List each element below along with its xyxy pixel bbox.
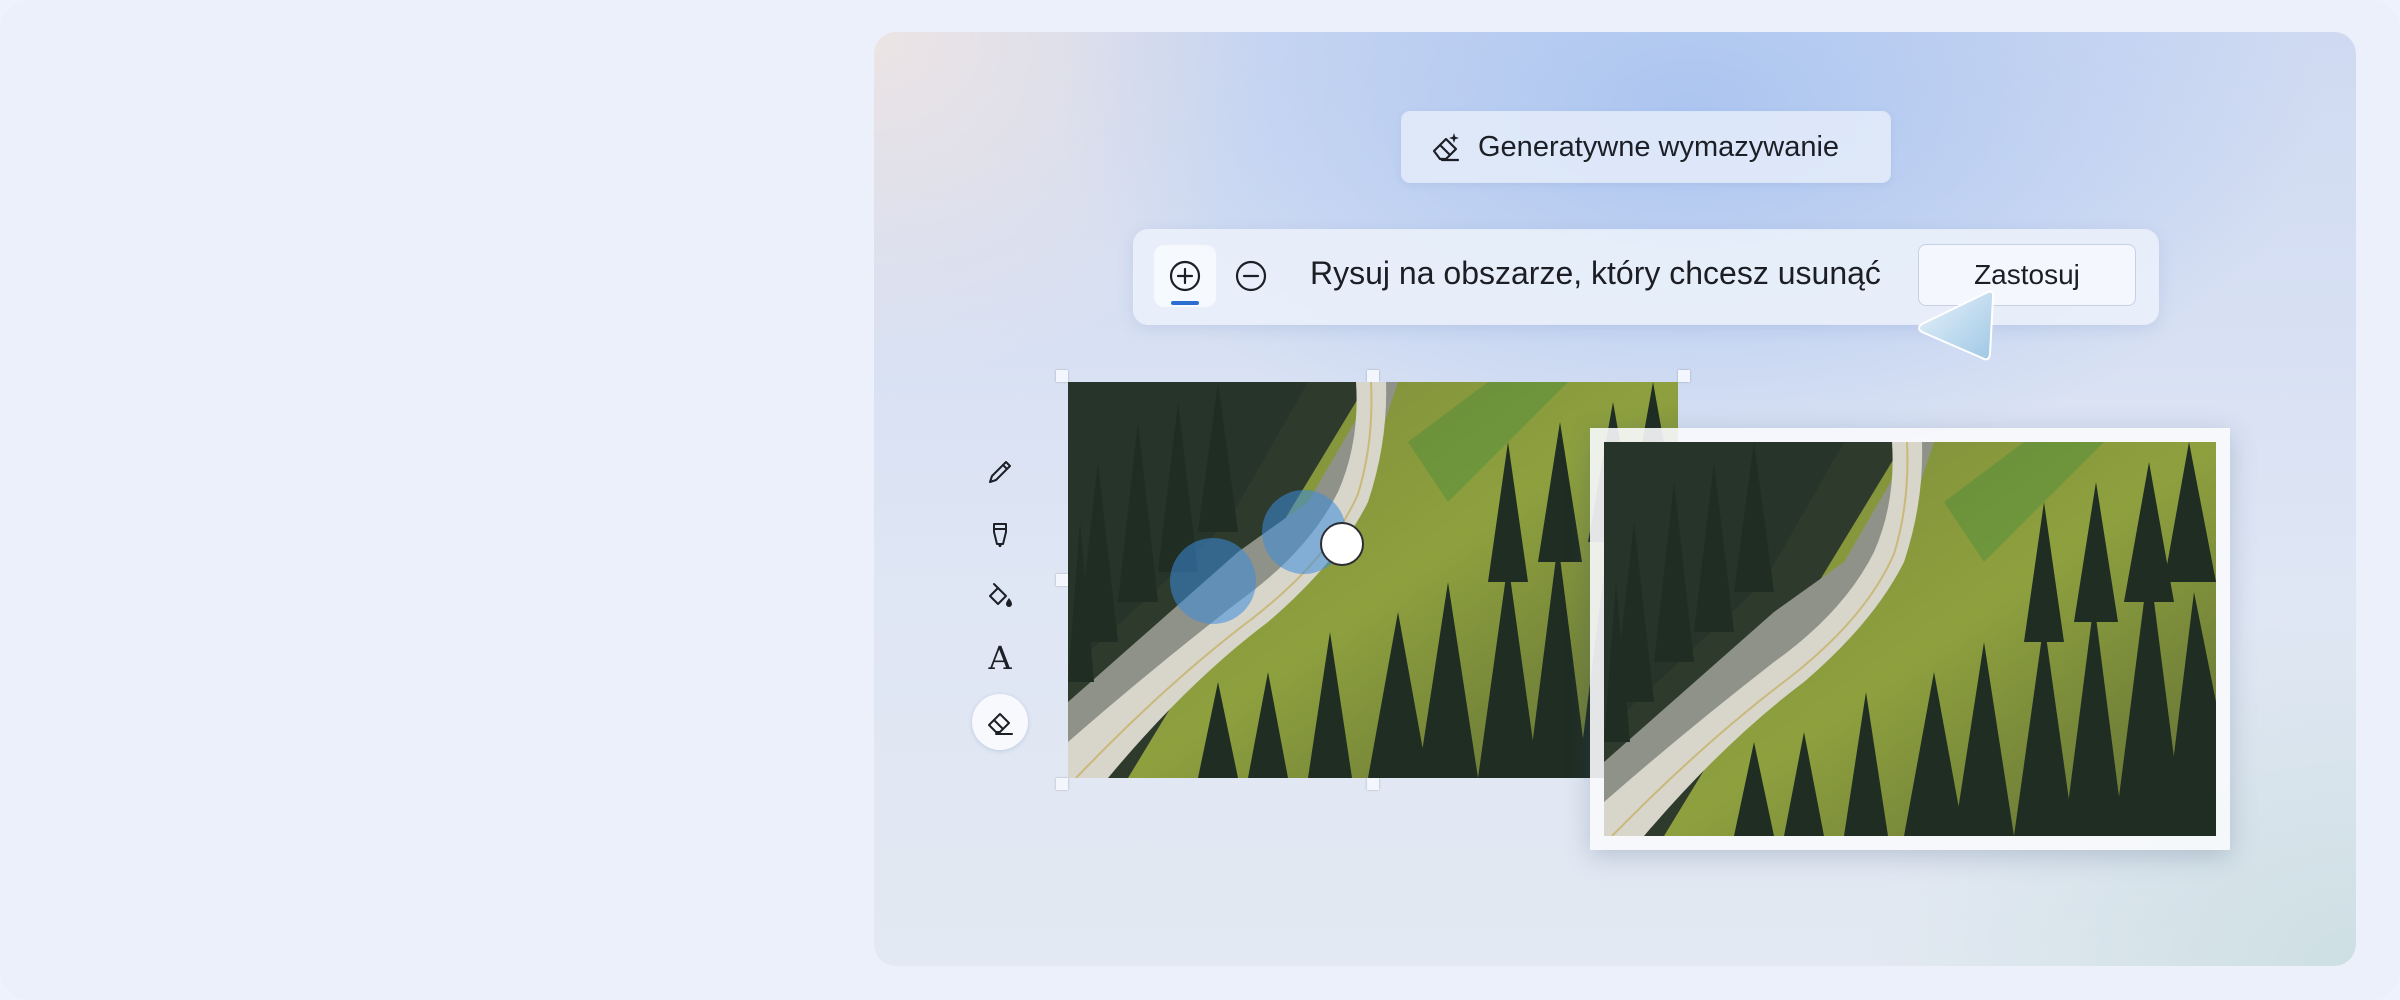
drawing-tools: A	[970, 436, 1030, 776]
before-photo[interactable]	[1068, 382, 1678, 778]
resize-handle[interactable]	[1367, 778, 1379, 790]
pointer-cursor-icon	[1918, 290, 1995, 361]
resize-handle[interactable]	[1056, 574, 1068, 586]
eraser-icon	[988, 713, 1013, 735]
hero-panel: Generatywne wymazywanie Rysuj na obszarz…	[874, 32, 2356, 966]
highlighter-icon	[993, 523, 1007, 547]
resize-handle[interactable]	[1056, 370, 1068, 382]
mountain-road-illustration	[1604, 442, 2216, 836]
plus-circle-icon	[1169, 260, 1201, 292]
text-tool[interactable]: A	[970, 632, 1030, 684]
resize-handle[interactable]	[1678, 370, 1690, 382]
after-photo[interactable]	[1604, 442, 2216, 836]
highlighter-tool[interactable]	[970, 508, 1030, 560]
feature-title-chip: Generatywne wymazywanie	[1402, 112, 1890, 182]
mountain-road-illustration	[1068, 382, 1678, 778]
pen-tool[interactable]	[970, 446, 1030, 498]
pen-icon	[989, 461, 1011, 483]
brush-cursor-icon	[1320, 522, 1364, 566]
resize-handle[interactable]	[1367, 370, 1379, 382]
toolbar-hint: Rysuj na obszarze, który chcesz usunąć	[1310, 255, 1881, 291]
erase-mark	[1170, 538, 1256, 624]
feature-title: Generatywne wymazywanie	[1478, 130, 1840, 163]
resize-handle[interactable]	[1056, 778, 1068, 790]
eraser-tool[interactable]	[972, 694, 1028, 750]
remove-area-button[interactable]	[1220, 245, 1282, 307]
magic-eraser-icon	[1432, 133, 1460, 162]
minus-circle-icon	[1235, 260, 1267, 292]
erase-toolbar: Rysuj na obszarze, który chcesz usunąć Z…	[1134, 230, 2158, 324]
text-icon: A	[988, 639, 1012, 677]
add-area-button[interactable]	[1154, 245, 1216, 307]
fill-tool[interactable]	[970, 570, 1030, 622]
fill-bucket-icon	[989, 583, 1012, 607]
